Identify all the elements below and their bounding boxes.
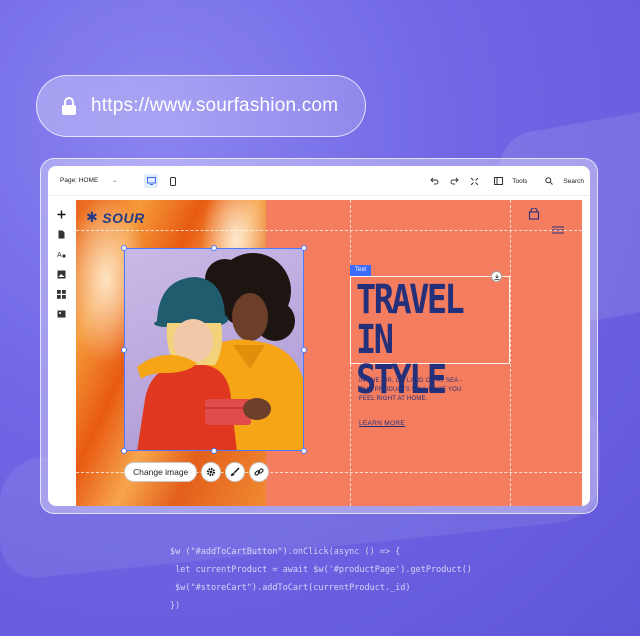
page-label: Page: HOME <box>60 177 99 184</box>
url-text: https://www.sourfashion.com <box>91 95 339 116</box>
undo-icon[interactable] <box>428 175 440 187</box>
code-line-3: $w("#storeCart").addToCart(currentProduc… <box>170 583 411 593</box>
headline-line-1: TRAVEL <box>356 277 465 323</box>
svg-text:A: A <box>57 252 62 259</box>
topbar-tools: Tools Search <box>428 175 584 187</box>
subcopy-line-2: OUR PRODUCTS WILL MAKE YOU <box>359 387 462 393</box>
resize-handle[interactable] <box>301 245 307 251</box>
apps-icon[interactable] <box>55 288 67 300</box>
site-logo[interactable]: ✱ SOUR <box>86 209 145 226</box>
code-line-1: $w ("#addToCartButton").onClick(async ()… <box>170 547 401 557</box>
theme-icon[interactable]: A <box>55 248 67 260</box>
address-bar[interactable]: https://www.sourfashion.com <box>36 75 366 137</box>
editor-topbar: Page: HOME ⌄ Tools Search <box>48 166 590 196</box>
resize-handle[interactable] <box>121 448 127 454</box>
redo-icon[interactable] <box>448 175 460 187</box>
resize-handle[interactable] <box>301 448 307 454</box>
subcopy-line-1: IN THE AIR, ON LAND OR AT SEA - <box>359 378 463 384</box>
tools-icon[interactable] <box>492 175 504 187</box>
image-icon[interactable] <box>55 308 67 320</box>
resize-handle[interactable] <box>121 245 127 251</box>
search-label[interactable]: Search <box>563 178 584 185</box>
search-icon[interactable] <box>543 175 555 187</box>
image-toolbar: Change image <box>124 462 270 482</box>
code-line-2: let currentProduct = await $w('#productP… <box>170 565 472 575</box>
hero-image[interactable] <box>124 248 304 451</box>
code-line-4: }) <box>170 601 181 611</box>
lock-icon <box>62 97 76 115</box>
text-element-tag: Text <box>350 265 372 276</box>
subcopy-line-3: FEEL RIGHT AT HOME. <box>359 396 428 402</box>
media-icon[interactable] <box>55 268 67 280</box>
asterisk-icon: ✱ <box>86 209 99 225</box>
logo-text: SOUR <box>102 209 145 226</box>
hero-subcopy: IN THE AIR, ON LAND OR AT SEA - OUR PROD… <box>359 377 479 404</box>
pages-icon[interactable] <box>55 228 67 240</box>
zoom-out-icon[interactable] <box>468 175 480 187</box>
add-icon[interactable] <box>55 208 67 220</box>
tools-label[interactable]: Tools <box>512 178 527 185</box>
link-icon <box>254 468 264 476</box>
resize-handle[interactable] <box>211 448 217 454</box>
cart-icon[interactable] <box>528 208 540 220</box>
download-icon[interactable] <box>491 271 502 282</box>
chevron-down-icon: ⌄ <box>112 178 118 184</box>
editor-left-toolbar: A <box>48 196 74 506</box>
resize-handle[interactable] <box>301 347 307 353</box>
brush-icon <box>231 467 240 476</box>
layout-guide <box>76 230 582 231</box>
link-button[interactable] <box>249 462 270 482</box>
code-snippet: $w ("#addToCartButton").onClick(async ()… <box>170 543 472 615</box>
mobile-view-button[interactable] <box>166 174 180 188</box>
device-switcher <box>144 174 180 188</box>
gear-icon <box>207 467 216 477</box>
site-canvas[interactable]: ✱ SOUR Text TRAVEL IN STYLE IN THE AIR, … <box>76 200 582 506</box>
design-button[interactable] <box>225 462 246 482</box>
change-image-button[interactable]: Change image <box>124 462 198 482</box>
page-selector[interactable]: Page: HOME ⌄ <box>60 177 117 184</box>
desktop-view-button[interactable] <box>144 174 158 188</box>
learn-more-link[interactable]: LEARN MORE <box>359 420 405 427</box>
mobile-icon <box>170 176 176 186</box>
settings-button[interactable] <box>201 462 222 482</box>
site-editor: Page: HOME ⌄ Tools Search A ✱ SOUR Text … <box>48 166 590 506</box>
resize-handle[interactable] <box>211 245 217 251</box>
resize-handle[interactable] <box>121 347 127 353</box>
desktop-icon <box>146 177 156 185</box>
hero-image-art <box>137 253 303 450</box>
layout-guide <box>510 200 511 506</box>
